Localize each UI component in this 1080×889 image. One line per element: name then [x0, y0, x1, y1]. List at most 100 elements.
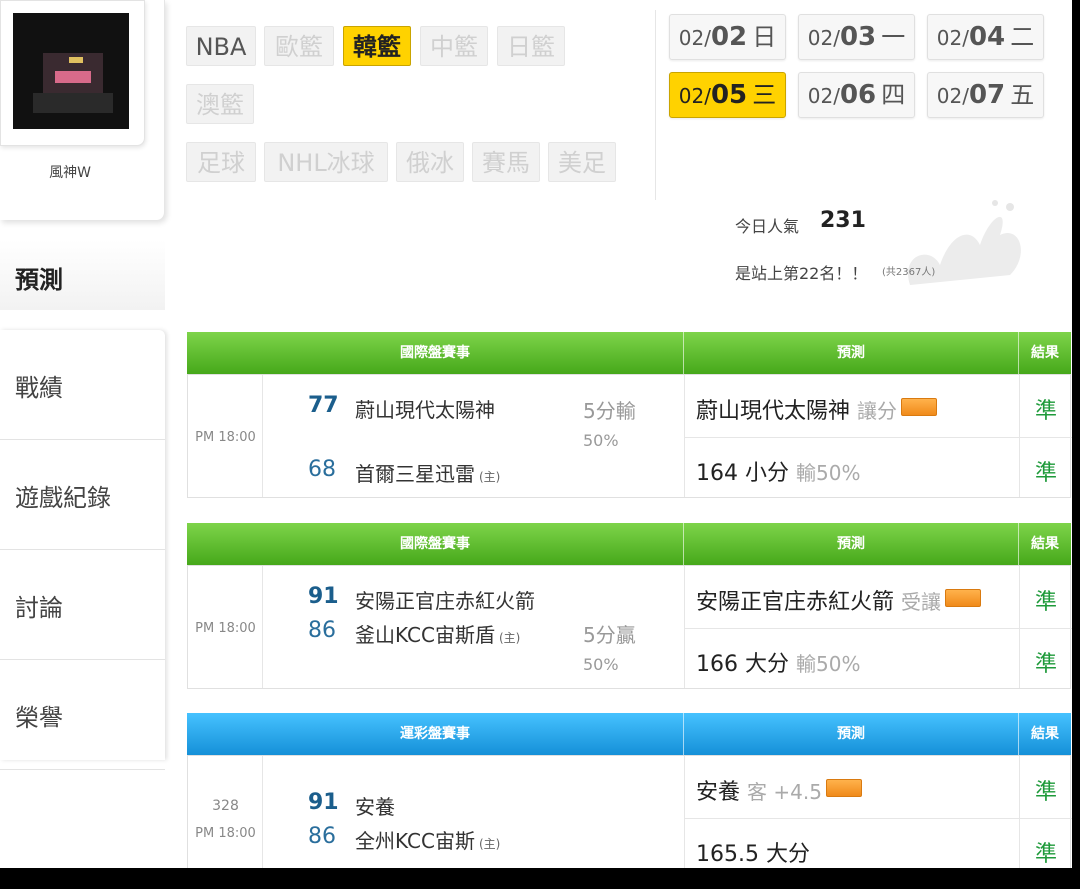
league-tab-american-football[interactable]: 美足: [548, 142, 616, 182]
host-badge-icon: [945, 589, 982, 607]
result-cell: 準 準: [1020, 566, 1072, 688]
date-0204[interactable]: 02/04 二: [927, 14, 1044, 60]
date-0206[interactable]: 02/06 四: [798, 72, 915, 118]
away-score: 77: [308, 393, 339, 418]
away-team: 安養: [355, 795, 395, 819]
rank-total: (共2367人): [882, 267, 936, 278]
game-number: 328: [212, 798, 239, 814]
divider: [655, 10, 656, 200]
home-team: 釜山KCC宙斯盾 (主): [355, 623, 521, 647]
league-tab-horse-racing[interactable]: 賽馬: [472, 142, 540, 182]
away-team: 蔚山現代太陽神: [355, 398, 495, 422]
sidebar-item-label: 榮譽: [15, 704, 63, 732]
mascot-watermark-icon: [907, 200, 1021, 285]
prediction-total: 165.5 大分: [696, 842, 810, 867]
game-time: PM 18:00: [195, 621, 256, 636]
header-result: 結果: [1031, 536, 1059, 552]
league-tab-euro[interactable]: 歐籃: [264, 26, 334, 66]
prediction-cell: 蔚山現代太陽神 讓分 164 小分 輸50%: [685, 375, 1020, 497]
sidebar-item-honor[interactable]: 榮譽: [0, 660, 165, 770]
prediction-spread: 蔚山現代太陽神 讓分: [696, 393, 938, 425]
header-game-type: 運彩盤賽事: [187, 713, 684, 755]
league-tab-soccer[interactable]: 足球: [186, 142, 256, 182]
date-0203[interactable]: 02/03 一: [798, 14, 915, 60]
header-result: 結果: [1031, 345, 1059, 361]
away-score: 91: [308, 584, 339, 609]
host-badge-icon: [825, 779, 862, 797]
profile-card: 風神W: [0, 0, 165, 220]
away-team: 安陽正官庄赤紅火箭: [355, 589, 535, 613]
header-result: 結果: [1031, 726, 1059, 742]
page: 風神W 預測 戰績 遊戲紀錄 討論 榮譽 NBA 歐籃 韓籃 中籃 日籃 澳籃 …: [0, 0, 1080, 872]
header-prediction: 預測: [684, 332, 1019, 374]
game-table: 運彩盤賽事 預測 結果 328 PM 18:00 91 安養 86 全州KCC宙…: [187, 713, 1072, 872]
sidebar-item-game-log[interactable]: 遊戲紀錄: [0, 440, 165, 550]
popularity-label: 今日人氣: [735, 217, 800, 236]
prediction-cell: 安養 客 +4.5 165.5 大分: [685, 756, 1020, 872]
spread-result: 5分輸 50%: [583, 399, 636, 450]
result-cell: 準 準: [1020, 375, 1072, 497]
avatar-frame: [0, 0, 145, 146]
result-spread: 準: [1034, 780, 1057, 805]
teams-cell: 91 安陽正官庄赤紅火箭 86 釜山KCC宙斯盾 (主) 5分贏 50%: [263, 566, 685, 688]
result-cell: 準 準: [1020, 756, 1072, 872]
league-tab-russia-hockey[interactable]: 俄冰: [396, 142, 464, 182]
table-row: PM 18:00 77 蔚山現代太陽神 68 首爾三星迅雷 (主) 5分輸 50% …: [187, 374, 1072, 498]
sidebar-item-record[interactable]: 戰績: [0, 330, 165, 440]
teams-cell: 91 安養 86 全州KCC宙斯 (主): [263, 756, 685, 872]
header-game-type: 國際盤賽事: [187, 523, 684, 565]
rank-text: 是站上第22名！！: [735, 264, 868, 283]
date-0207[interactable]: 02/07 五: [927, 72, 1044, 118]
result-total: 準: [1034, 842, 1057, 867]
away-score: 91: [308, 790, 339, 815]
home-score: 86: [308, 824, 336, 849]
home-team: 首爾三星迅雷 (主): [355, 462, 501, 486]
sidebar-title-label: 預測: [15, 266, 63, 294]
league-tab-nba[interactable]: NBA: [186, 26, 256, 66]
prediction-cell: 安陽正官庄赤紅火箭 受讓 166 大分 輸50%: [685, 566, 1020, 688]
header-game-type: 國際盤賽事: [187, 332, 684, 374]
sidebar-title: 預測: [0, 240, 165, 310]
table-row: PM 18:00 91 安陽正官庄赤紅火箭 86 釜山KCC宙斯盾 (主) 5分贏…: [187, 565, 1072, 689]
game-time-cell: PM 18:00: [188, 375, 263, 497]
table-header: 國際盤賽事 預測 結果: [187, 332, 1071, 374]
sidebar-item-discussion[interactable]: 討論: [0, 550, 165, 660]
header-prediction: 預測: [684, 713, 1019, 755]
teams-cell: 77 蔚山現代太陽神 68 首爾三星迅雷 (主) 5分輸 50%: [263, 375, 685, 497]
sidebar-item-label: 討論: [15, 594, 63, 622]
result-total: 準: [1034, 652, 1057, 677]
game-time-cell: 328 PM 18:00: [188, 756, 263, 872]
prediction-spread: 安養 客 +4.5: [696, 774, 862, 806]
header-prediction: 預測: [684, 523, 1019, 565]
system-nav-bar: [0, 868, 1080, 889]
prediction-total: 166 大分 輸50%: [696, 652, 861, 677]
home-team: 全州KCC宙斯 (主): [355, 829, 501, 853]
home-score: 86: [308, 618, 336, 643]
username: 風神W: [49, 165, 91, 181]
prediction-spread: 安陽正官庄赤紅火箭 受讓: [696, 584, 982, 616]
league-tab-korea[interactable]: 韓籃: [343, 26, 411, 66]
table-row: 328 PM 18:00 91 安養 86 全州KCC宙斯 (主) 安養 客 +4…: [187, 755, 1072, 872]
popularity-count: 231: [820, 208, 866, 233]
game-time-cell: PM 18:00: [188, 566, 263, 688]
table-header: 國際盤賽事 預測 結果: [187, 523, 1071, 565]
league-tab-australia[interactable]: 澳籃: [186, 84, 254, 124]
result-spread: 準: [1034, 590, 1057, 615]
home-score: 68: [308, 457, 336, 482]
league-tab-nhl[interactable]: NHL冰球: [264, 142, 388, 182]
result-spread: 準: [1034, 399, 1057, 424]
host-badge-icon: [901, 398, 938, 416]
prediction-total: 164 小分 輸50%: [696, 461, 861, 486]
league-tab-japan[interactable]: 日籃: [497, 26, 565, 66]
sidebar-item-label: 遊戲紀錄: [15, 484, 111, 512]
date-0205[interactable]: 02/05 三: [669, 72, 786, 118]
sidebar-menu: 戰績 遊戲紀錄 討論 榮譽: [0, 330, 165, 770]
table-header: 運彩盤賽事 預測 結果: [187, 713, 1071, 755]
date-0202[interactable]: 02/02 日: [669, 14, 786, 60]
league-tab-china[interactable]: 中籃: [420, 26, 488, 66]
spread-result: 5分贏 50%: [583, 623, 636, 674]
game-time: PM 18:00: [195, 826, 256, 841]
avatar[interactable]: [13, 13, 129, 129]
game-time: PM 18:00: [195, 430, 256, 445]
game-table: 國際盤賽事 預測 結果 PM 18:00 91 安陽正官庄赤紅火箭 86 釜山K…: [187, 523, 1072, 689]
